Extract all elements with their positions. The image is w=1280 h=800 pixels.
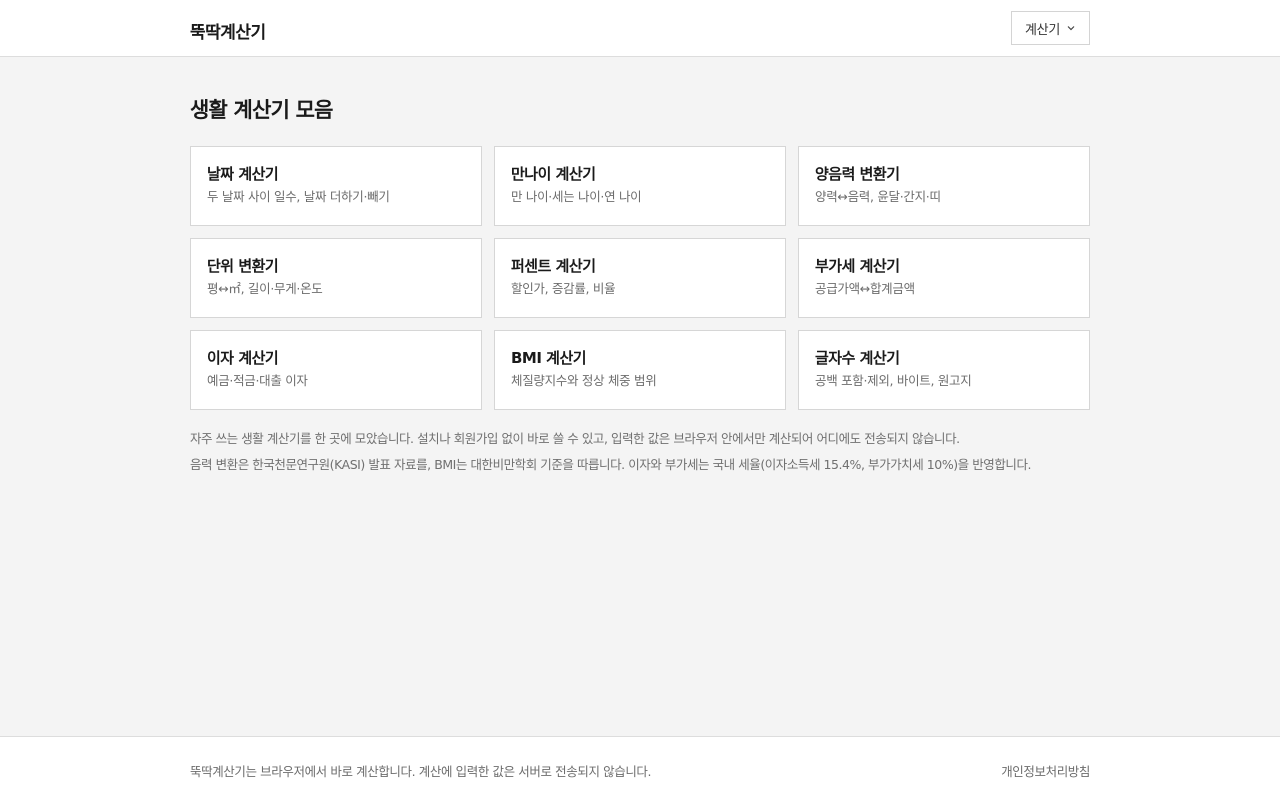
footer-notice: 뚝딱계산기는 브라우저에서 바로 계산합니다. 계산에 입력한 값은 서버로 전… (190, 764, 652, 779)
site-logo[interactable]: 뚝딱계산기 (190, 18, 266, 43)
card-title: 퍼센트 계산기 (511, 257, 596, 275)
card-description: 체질량지수와 정상 체중 범위 (511, 373, 657, 388)
site-footer: 뚝딱계산기는 브라우저에서 바로 계산합니다. 계산에 입력한 값은 서버로 전… (0, 736, 1280, 800)
card-description: 예금·적금·대출 이자 (207, 373, 308, 388)
calculator-card-bmi[interactable]: BMI 계산기 체질량지수와 정상 체중 범위 (494, 330, 786, 410)
card-title: 글자수 계산기 (815, 349, 900, 367)
card-title: 만나이 계산기 (511, 165, 596, 183)
privacy-policy-link[interactable]: 개인정보처리방침 (1001, 761, 1090, 780)
calculator-card-percent[interactable]: 퍼센트 계산기 할인가, 증감률, 비율 (494, 238, 786, 318)
page-title: 생활 계산기 모음 (190, 98, 333, 122)
card-title: 이자 계산기 (207, 349, 279, 367)
card-description: 평↔㎡, 길이·무게·온도 (207, 281, 323, 296)
calculator-card-vat[interactable]: 부가세 계산기 공급가액↔합계금액 (798, 238, 1090, 318)
calculator-menu-label: 계산기 (1025, 22, 1060, 38)
card-description: 만 나이·세는 나이·연 나이 (511, 189, 642, 204)
calculator-card-charcount[interactable]: 글자수 계산기 공백 포함·제외, 바이트, 원고지 (798, 330, 1090, 410)
site-header: 뚝딱계산기 계산기 (0, 0, 1280, 57)
calculator-card-interest[interactable]: 이자 계산기 예금·적금·대출 이자 (190, 330, 482, 410)
calculator-card-age[interactable]: 만나이 계산기 만 나이·세는 나이·연 나이 (494, 146, 786, 226)
chevron-down-icon (1067, 26, 1075, 31)
card-description: 할인가, 증감률, 비율 (511, 281, 616, 296)
card-description: 공급가액↔합계금액 (815, 281, 915, 296)
card-title: 양음력 변환기 (815, 165, 900, 183)
card-title: 부가세 계산기 (815, 257, 900, 275)
card-title: 날짜 계산기 (207, 165, 279, 183)
calculator-card-unit[interactable]: 단위 변환기 평↔㎡, 길이·무게·온도 (190, 238, 482, 318)
info-note: 자주 쓰는 생활 계산기를 한 곳에 모았습니다. 설치나 회원가입 없이 바로… (190, 431, 960, 446)
card-description: 양력↔음력, 윤달·간지·띠 (815, 189, 941, 204)
calculator-card-date[interactable]: 날짜 계산기 두 날짜 사이 일수, 날짜 더하기·빼기 (190, 146, 482, 226)
card-description: 두 날짜 사이 일수, 날짜 더하기·빼기 (207, 189, 390, 204)
card-title: BMI 계산기 (511, 349, 587, 367)
calculator-menu-button[interactable]: 계산기 (1011, 11, 1090, 45)
info-note: 음력 변환은 한국천문연구원(KASI) 발표 자료를, BMI는 대한비만학회… (190, 457, 1032, 472)
calculator-grid: 날짜 계산기 두 날짜 사이 일수, 날짜 더하기·빼기 만나이 계산기 만 나… (190, 146, 1090, 410)
calculator-card-lunar[interactable]: 양음력 변환기 양력↔음력, 윤달·간지·띠 (798, 146, 1090, 226)
card-description: 공백 포함·제외, 바이트, 원고지 (815, 373, 972, 388)
info-notes: 자주 쓰는 생활 계산기를 한 곳에 모았습니다. 설치나 회원가입 없이 바로… (190, 430, 1090, 482)
main-content: 생활 계산기 모음 날짜 계산기 두 날짜 사이 일수, 날짜 더하기·빼기 만… (190, 57, 1090, 482)
card-title: 단위 변환기 (207, 257, 279, 275)
